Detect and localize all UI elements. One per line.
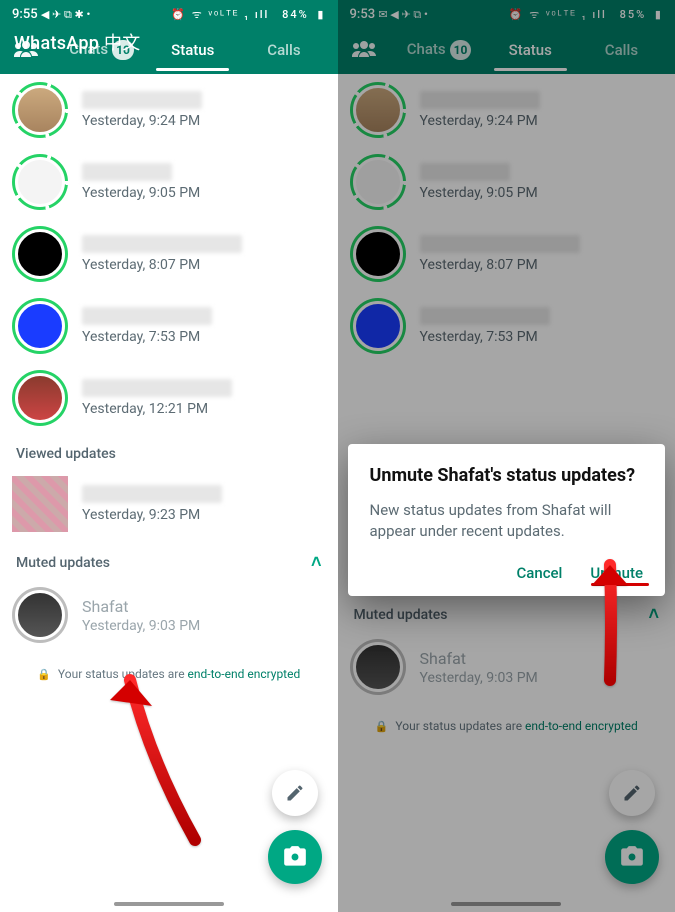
unmute-button[interactable]: Unmute: [590, 564, 643, 582]
phone-right: 9:53 ✉ ◀ ✈ ⧉ • ⏰ ᯤ ᵛᵒᴸᵀᴱ ₁ ıll 85% ▮ Cha…: [338, 0, 675, 912]
muted-updates-header[interactable]: Muted updates ˄: [0, 540, 338, 579]
status-ring-icon: [12, 587, 68, 643]
annotation-underline: [591, 583, 649, 586]
tab-calls[interactable]: Calls: [576, 31, 667, 71]
encryption-notice: 🔒 Your status updates are end-to-end enc…: [0, 651, 338, 697]
encryption-link[interactable]: end-to-end encrypted: [188, 667, 301, 681]
community-icon[interactable]: [352, 39, 376, 63]
status-row[interactable]: Yesterday, 9:05 PM: [338, 146, 675, 218]
home-indicator: [114, 902, 224, 906]
header: 9:53 ✉ ◀ ✈ ⧉ • ⏰ ᯤ ᵛᵒᴸᵀᴱ ₁ ıll 85% ▮ Cha…: [338, 0, 675, 74]
cancel-button[interactable]: Cancel: [516, 564, 562, 582]
tab-status[interactable]: Status: [485, 31, 576, 71]
encryption-notice: 🔒 Your status updates are end-to-end enc…: [338, 703, 675, 749]
status-row[interactable]: Yesterday, 9:05 PM: [0, 146, 338, 218]
chevron-up-icon: ˄: [311, 552, 322, 573]
viewed-updates-header: Viewed updates: [0, 434, 338, 468]
tab-status[interactable]: Status: [147, 31, 238, 71]
camera-fab[interactable]: [605, 830, 659, 884]
status-row[interactable]: Yesterday, 9:24 PM: [0, 74, 338, 146]
status-list-area-dimmed: Yesterday, 9:24 PM Yesterday, 9:05 PM Ye…: [338, 74, 675, 912]
android-statusbar: 9:55 ◀ ✈ ⧉ ✱ • ⏰ ᯤ ᵛᵒᴸᵀᴱ ₁ ıll 84% ▮: [0, 0, 338, 28]
status-row-muted[interactable]: Shafat Yesterday, 9:03 PM: [338, 631, 675, 703]
lock-icon: 🔒: [375, 720, 389, 733]
muted-updates-header[interactable]: Muted updates ˄: [338, 592, 675, 631]
status-row[interactable]: Yesterday, 9:24 PM: [338, 74, 675, 146]
pencil-fab[interactable]: [609, 770, 655, 816]
status-ring-icon: [12, 370, 68, 426]
avatar: [12, 476, 68, 532]
status-row[interactable]: Yesterday, 8:07 PM: [0, 218, 338, 290]
pencil-fab[interactable]: [272, 770, 318, 816]
watermark-text: WhatsApp 中文: [14, 29, 141, 55]
chevron-up-icon: ˄: [648, 604, 659, 625]
status-list-area: Yesterday, 9:24 PM Yesterday, 9:05 PM Ye…: [0, 74, 338, 912]
lock-icon: 🔒: [37, 668, 51, 681]
contact-name: Shafat: [82, 597, 326, 616]
status-ring-icon: [12, 298, 68, 354]
tabs: Chats10 Status Calls: [394, 30, 668, 72]
status-row[interactable]: Yesterday, 7:53 PM: [338, 290, 675, 362]
dialog-body: New status updates from Shafat will appe…: [370, 500, 644, 542]
tab-calls[interactable]: Calls: [238, 31, 329, 71]
status-ring-icon: [12, 82, 68, 138]
unmute-dialog: Unmute Shafat's status updates? New stat…: [348, 444, 666, 596]
status-row[interactable]: Yesterday, 7:53 PM: [0, 290, 338, 362]
android-statusbar: 9:53 ✉ ◀ ✈ ⧉ • ⏰ ᯤ ᵛᵒᴸᵀᴱ ₁ ıll 85% ▮: [338, 0, 675, 28]
status-row[interactable]: Yesterday, 8:07 PM: [338, 218, 675, 290]
status-row-muted[interactable]: Shafat Yesterday, 9:03 PM: [0, 579, 338, 651]
tab-chats[interactable]: Chats10: [394, 30, 485, 72]
dialog-title: Unmute Shafat's status updates?: [370, 464, 644, 488]
topbar: Chats10 Status Calls: [338, 28, 675, 74]
phone-left: WhatsApp 中文 9:55 ◀ ✈ ⧉ ✱ • ⏰ ᯤ ᵛᵒᴸᵀᴱ ₁ ı…: [0, 0, 338, 912]
camera-fab[interactable]: [268, 830, 322, 884]
home-indicator: [451, 902, 561, 906]
status-row[interactable]: Yesterday, 12:21 PM: [0, 362, 338, 434]
status-row-viewed[interactable]: Yesterday, 9:23 PM: [0, 468, 338, 540]
status-ring-icon: [12, 226, 68, 282]
status-ring-icon: [12, 154, 68, 210]
